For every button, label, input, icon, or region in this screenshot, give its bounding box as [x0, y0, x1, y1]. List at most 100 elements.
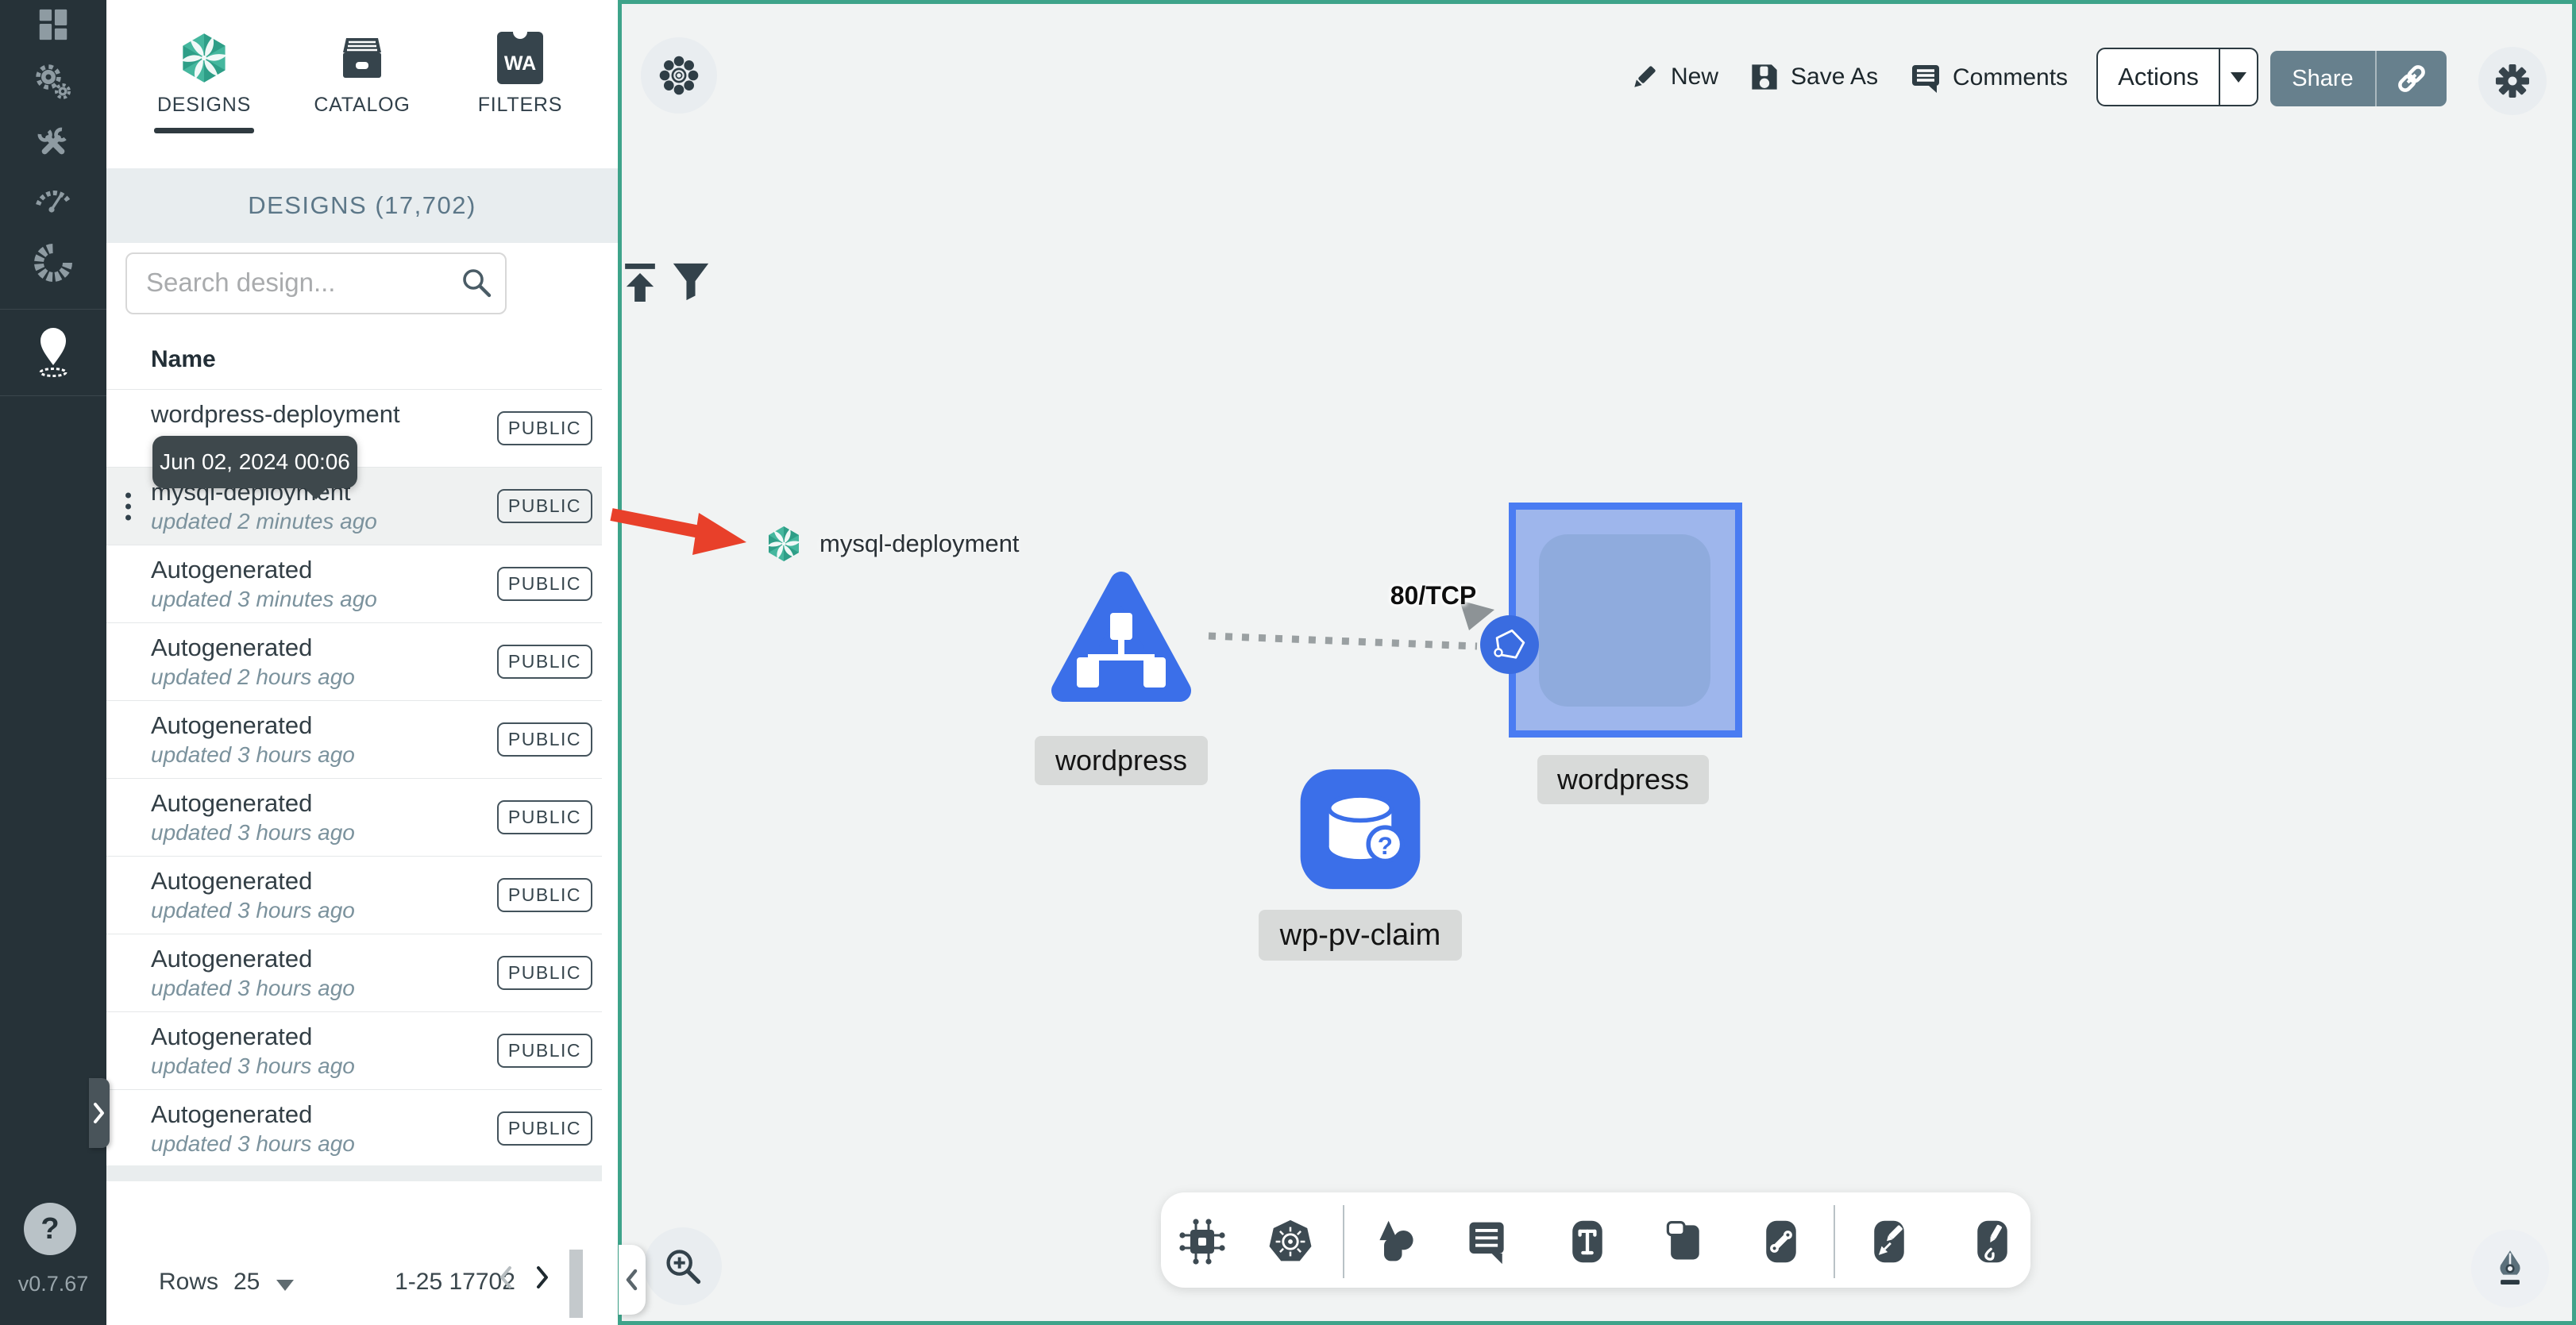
design-list-item[interactable]: Autogenerated updated 2 hours ago PUBLIC [106, 623, 602, 701]
visibility-badge: PUBLIC [496, 567, 592, 601]
tab-filters[interactable]: WA FILTERS [445, 0, 596, 159]
copy-link-button[interactable] [2377, 62, 2447, 95]
node-label-chip: wordpress [1035, 736, 1208, 785]
designs-panel: DESIGNS CATALOG WA FILTERS DESIGNS (17,7… [106, 0, 709, 1325]
edge-draw-tool-button[interactable] [1864, 1216, 1915, 1267]
tab-designs[interactable]: DESIGNS [129, 0, 280, 159]
design-updated: updated 3 hours ago [151, 1053, 355, 1079]
wordpress-deployment-label: wordpress [1556, 763, 1690, 795]
sidebar-item-performance[interactable] [0, 181, 106, 216]
toolbar-divider [1834, 1205, 1835, 1278]
mysql-deployment-node[interactable] [764, 524, 804, 564]
filter-funnel-icon[interactable] [672, 262, 710, 302]
deployment-inner-shape [1539, 534, 1710, 707]
wp-pv-claim-node[interactable]: ? [1298, 767, 1423, 892]
zoom-in-button[interactable] [644, 1227, 722, 1305]
design-search-box[interactable] [125, 252, 507, 314]
extensions-donut-icon [34, 244, 72, 282]
next-page-button[interactable] [532, 1264, 553, 1295]
save-as-button[interactable]: Save As [1749, 62, 1878, 92]
map-pin-icon [39, 328, 67, 377]
design-list-item[interactable]: Autogenerated updated 3 hours ago PUBLIC [106, 701, 602, 779]
mesh-flower-icon [659, 56, 699, 95]
notes-tool-button[interactable] [1462, 1216, 1513, 1267]
panel-header: DESIGNS (17,702) [106, 168, 618, 243]
comments-button[interactable]: Comments [1910, 62, 2068, 94]
shapes-tool-button[interactable] [1371, 1216, 1421, 1267]
sidebar-item-lifecycle[interactable] [0, 62, 106, 103]
tab-catalog-label: CATALOG [314, 94, 411, 116]
rows-label: Rows [159, 1269, 219, 1295]
mesh-flower-button[interactable] [641, 37, 717, 114]
share-split-button[interactable]: Share [2270, 51, 2447, 106]
wordpress-service-label: wordpress [1055, 744, 1188, 776]
edge-pencil-icon [1874, 1220, 1904, 1263]
design-list-item[interactable]: Autogenerated updated 3 minutes ago PUBL… [106, 545, 602, 623]
pod-port-node[interactable] [1479, 614, 1541, 676]
design-list-item[interactable]: Autogenerated updated 3 hours ago PUBLIC [106, 857, 602, 934]
comments-label: Comments [1953, 64, 2069, 91]
kubernetes-icon [1269, 1219, 1312, 1261]
panel-collapse-handle[interactable] [619, 1245, 646, 1315]
wordpress-service-node[interactable] [1042, 565, 1201, 719]
tab-catalog[interactable]: CATALOG [287, 0, 438, 159]
visibility-badge: PUBLIC [496, 800, 592, 834]
rows-per-page-caret-icon[interactable] [276, 1280, 294, 1291]
meshery-spiral-icon [176, 27, 232, 89]
save-as-label: Save As [1791, 64, 1879, 90]
tab-filters-label: FILTERS [477, 94, 563, 116]
search-icon [463, 269, 492, 298]
design-list-item[interactable]: Autogenerated updated 3 hours ago PUBLIC [106, 1090, 602, 1168]
design-list-item[interactable]: Autogenerated updated 3 hours ago PUBLIC [106, 1012, 602, 1090]
publish-upload-icon[interactable] [621, 262, 659, 303]
sidebar-item-extensions[interactable] [0, 241, 106, 284]
design-list: wordpress-deployment PUBLIC mysql-deploy… [106, 389, 602, 1168]
svg-text:WA: WA [504, 52, 536, 75]
previous-page-button[interactable] [496, 1264, 516, 1295]
actions-split-button[interactable]: Actions [2096, 48, 2258, 106]
design-name: Autogenerated [151, 633, 313, 661]
rows-per-page-value[interactable]: 25 [233, 1269, 260, 1296]
freehand-pencil-icon [1977, 1220, 2007, 1263]
rectangle-tool-button[interactable] [1659, 1216, 1710, 1267]
list-end-band [106, 1165, 602, 1181]
freehand-draw-tool-button[interactable] [1967, 1216, 2018, 1267]
meshery-app: New Save As Comments Actions Share mysql… [0, 0, 2576, 1325]
new-button[interactable]: New [1629, 62, 1718, 92]
panel-header-text: DESIGNS (17,702) [248, 191, 476, 219]
speedometer-icon [36, 191, 71, 213]
list-scrollbar-thumb[interactable] [569, 1250, 583, 1318]
link-tool-button[interactable] [1756, 1216, 1807, 1267]
actions-caret-button[interactable] [2220, 71, 2257, 83]
column-header-name: Name [151, 346, 216, 372]
new-label: New [1671, 64, 1719, 90]
design-search-input[interactable] [145, 254, 449, 311]
wasm-filter-icon: WA [496, 27, 545, 89]
row-kebab-menu-icon[interactable] [125, 492, 131, 520]
sidebar-item-configuration[interactable] [0, 123, 106, 163]
settings-button[interactable] [2478, 47, 2547, 115]
visibility-badge: PUBLIC [496, 645, 592, 679]
sidebar-item-dashboard[interactable] [0, 6, 106, 43]
design-list-item[interactable]: Autogenerated updated 3 hours ago PUBLIC [106, 934, 602, 1012]
kubernetes-tool-button[interactable] [1265, 1216, 1316, 1267]
node-label-chip: wp-pv-claim [1259, 910, 1462, 961]
wordpress-deployment-node-selected[interactable] [1509, 503, 1742, 738]
component-tool-button[interactable] [1177, 1216, 1228, 1267]
sidebar-expand-handle[interactable] [89, 1078, 110, 1148]
design-name: Autogenerated [151, 866, 313, 895]
visibility-badge: PUBLIC [496, 1111, 592, 1146]
pagination-range: 1-25 17702 [395, 1269, 515, 1295]
sidebar-item-visualize[interactable] [0, 322, 106, 379]
design-updated: updated 3 hours ago [151, 742, 355, 768]
tooltip-text: Jun 02, 2024 00:06 [160, 449, 350, 474]
node-label-chip: wordpress [1537, 755, 1709, 804]
design-list-item[interactable]: Autogenerated updated 3 hours ago PUBLIC [106, 779, 602, 857]
active-tab-indicator [154, 128, 254, 133]
design-updated: updated 3 hours ago [151, 820, 355, 845]
design-name: Autogenerated [151, 711, 313, 739]
help-button[interactable]: ? [24, 1203, 76, 1255]
design-mode-button[interactable] [2471, 1230, 2549, 1308]
frame-icon [1666, 1221, 1699, 1260]
text-tool-button[interactable] [1562, 1216, 1613, 1267]
